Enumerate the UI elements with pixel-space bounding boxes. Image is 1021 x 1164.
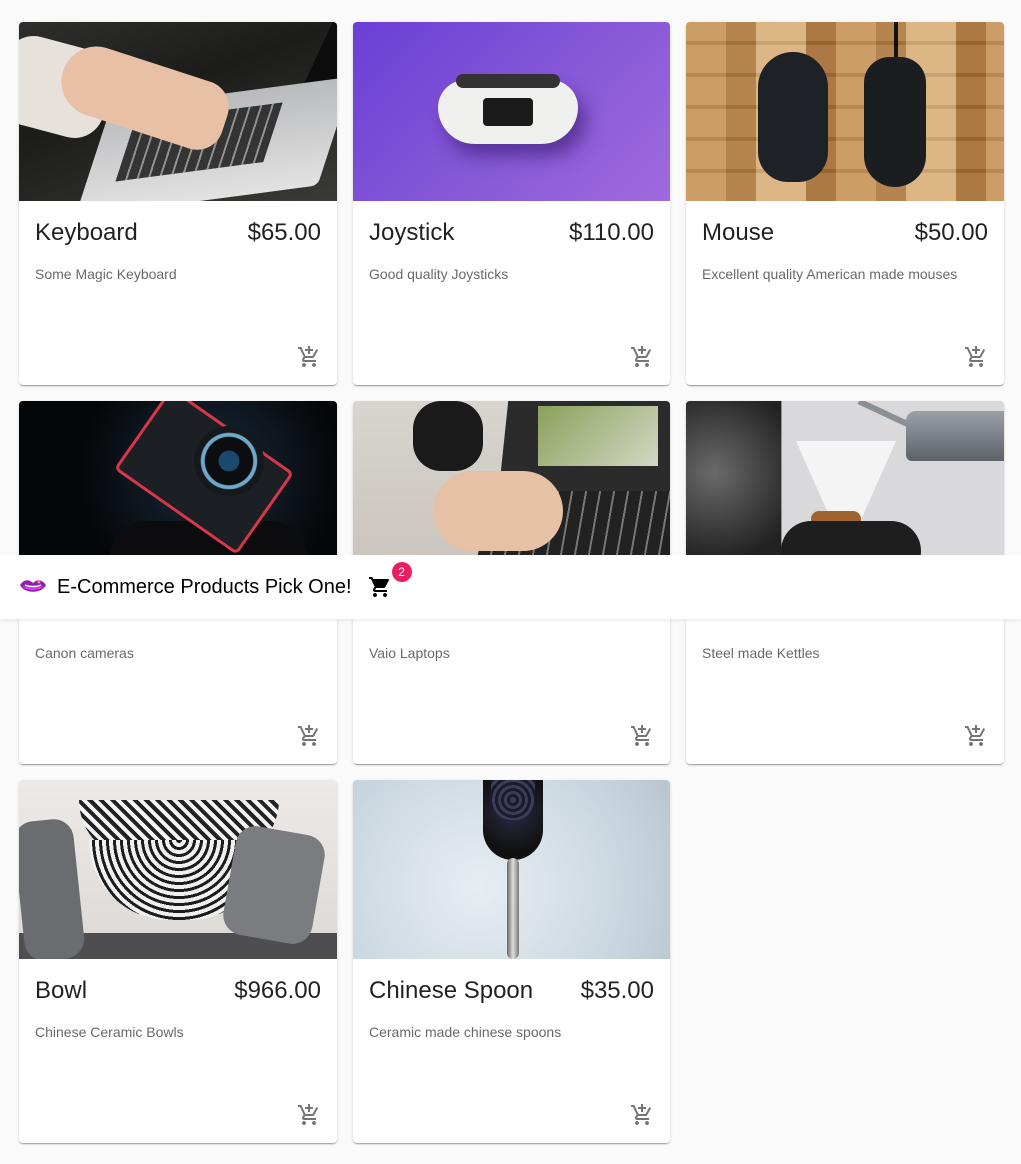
product-description: Canon cameras xyxy=(35,645,134,661)
product-image[interactable] xyxy=(686,401,1004,580)
product-name: Chinese Spoon xyxy=(369,977,534,1004)
cart-count-badge: 2 xyxy=(391,562,412,582)
add-to-cart-button[interactable] xyxy=(630,724,654,748)
product-name: Bowl xyxy=(35,977,88,1004)
product-name: Mouse xyxy=(702,219,775,246)
product-price: $50.00 xyxy=(914,219,988,246)
app-bar: E-Commerce Products Pick One! 2 xyxy=(0,555,1021,619)
add-shopping-cart-icon xyxy=(298,1104,319,1125)
product-description: Ceramic made chinese spoons xyxy=(369,1024,562,1040)
product-price: $966.00 xyxy=(234,977,321,1004)
product-card-chinese-spoon[interactable]: Chinese Spoon $35.00 Ceramic made chines… xyxy=(353,780,670,1143)
product-image[interactable] xyxy=(686,22,1004,201)
product-card-bowl[interactable]: Bowl $966.00 Chinese Ceramic Bowls xyxy=(19,780,337,1143)
product-description: Chinese Ceramic Bowls xyxy=(35,1024,184,1040)
add-to-cart-button[interactable] xyxy=(630,345,654,369)
app-title: E-Commerce Products Pick One! xyxy=(57,576,352,598)
product-description: Some Magic Keyboard xyxy=(35,266,177,282)
product-image[interactable] xyxy=(353,780,670,959)
add-to-cart-button[interactable] xyxy=(964,345,988,369)
product-image[interactable] xyxy=(19,22,337,201)
product-name: Joystick xyxy=(369,219,455,246)
add-shopping-cart-icon xyxy=(631,1104,652,1125)
add-shopping-cart-icon xyxy=(631,346,652,367)
product-price: $35.00 xyxy=(580,977,654,1004)
product-card-keyboard[interactable]: Keyboard $65.00 Some Magic Keyboard xyxy=(19,22,337,385)
product-description: Vaio Laptops xyxy=(369,645,450,661)
product-description: Good quality Joysticks xyxy=(369,266,509,282)
product-description: Steel made Kettles xyxy=(702,645,820,661)
add-to-cart-button[interactable] xyxy=(964,724,988,748)
product-image[interactable] xyxy=(353,22,670,201)
add-shopping-cart-icon xyxy=(298,725,319,746)
add-shopping-cart-icon xyxy=(631,725,652,746)
product-image[interactable] xyxy=(19,401,337,580)
add-to-cart-button[interactable] xyxy=(297,1103,321,1127)
add-shopping-cart-icon xyxy=(965,725,986,746)
product-price: $65.00 xyxy=(247,219,321,246)
add-shopping-cart-icon xyxy=(965,346,986,367)
product-name: Keyboard xyxy=(35,219,138,246)
cart-button[interactable]: 2 xyxy=(368,562,412,599)
shopping-cart-icon xyxy=(368,577,389,597)
add-to-cart-button[interactable] xyxy=(630,1103,654,1127)
product-card-joystick[interactable]: Joystick $110.00 Good quality Joysticks xyxy=(353,22,670,385)
product-description: Excellent quality American made mouses xyxy=(702,266,958,282)
product-image[interactable] xyxy=(353,401,670,580)
add-to-cart-button[interactable] xyxy=(297,724,321,748)
product-card-mouse[interactable]: Mouse $50.00 Excellent quality American … xyxy=(686,22,1004,385)
product-image[interactable] xyxy=(19,780,337,959)
add-to-cart-button[interactable] xyxy=(297,345,321,369)
add-shopping-cart-icon xyxy=(298,346,319,367)
lips-logo-icon[interactable] xyxy=(19,576,47,598)
product-price: $110.00 xyxy=(569,219,654,246)
